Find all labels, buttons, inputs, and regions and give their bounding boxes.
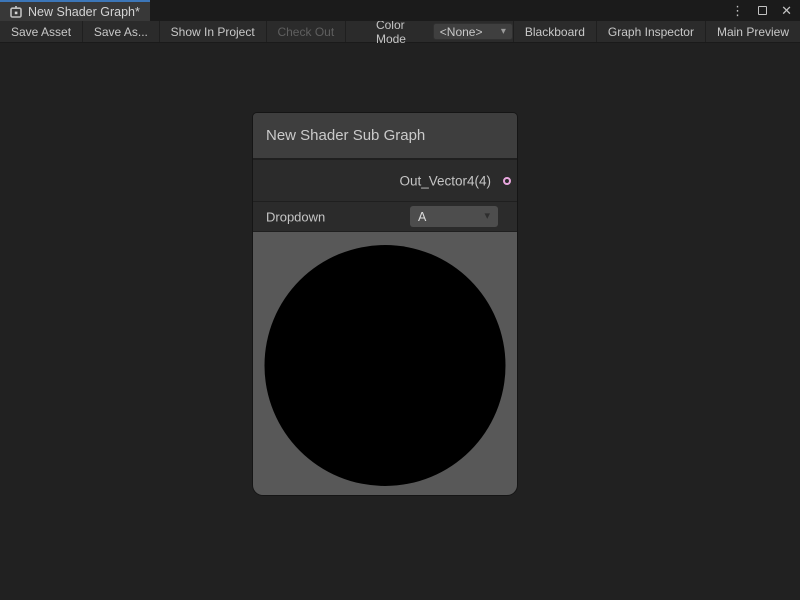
color-mode-label: Color Mode [346,21,433,42]
blackboard-toggle-button[interactable]: Blackboard [514,21,596,42]
sub-graph-output-node[interactable]: New Shader Sub Graph Out_Vector4(4) Drop… [253,113,517,495]
toolbar-right-group: Blackboard Graph Inspector Main Preview [513,21,800,42]
node-title-bar[interactable]: New Shader Sub Graph [253,113,517,160]
graph-inspector-toggle-button[interactable]: Graph Inspector [597,21,705,42]
save-as-button[interactable]: Save As... [83,21,159,42]
tab-new-shader-graph[interactable]: New Shader Graph* [0,0,150,21]
graph-canvas[interactable]: New Shader Sub Graph Out_Vector4(4) Drop… [0,44,800,600]
tab-title: New Shader Graph* [28,5,140,19]
tab-bar: New Shader Graph* ⋮ ✕ [0,0,800,21]
color-mode-dropdown[interactable]: <None> ▾ [433,23,513,40]
preview-sphere [265,245,506,486]
main-preview-toggle-button[interactable]: Main Preview [706,21,800,42]
show-in-project-button[interactable]: Show In Project [160,21,266,42]
node-dropdown-row: Dropdown A ▾ [253,201,517,231]
check-out-button[interactable]: Check Out [266,21,345,42]
chevron-down-icon: ▾ [501,27,506,37]
maximize-icon[interactable] [758,4,767,17]
dropdown-label: Dropdown [266,209,325,224]
save-asset-button[interactable]: Save Asset [0,21,82,42]
output-port-label: Out_Vector4(4) [399,173,491,188]
window-controls: ⋮ ✕ [731,0,792,21]
chevron-down-icon: ▾ [484,211,490,222]
kebab-menu-icon[interactable]: ⋮ [731,4,744,17]
shader-graph-toolbar: Save Asset Save As... Show In Project Ch… [0,21,800,43]
shader-graph-asset-icon [10,6,22,18]
node-preview-pane [253,231,517,495]
node-dropdown-value: A [418,210,484,224]
node-output-row: Out_Vector4(4) [253,160,517,201]
close-icon[interactable]: ✕ [781,4,792,17]
node-title: New Shader Sub Graph [266,127,425,144]
color-mode-value: <None> [440,25,501,39]
vector4-port-icon[interactable] [503,177,511,185]
node-dropdown-select[interactable]: A ▾ [410,206,498,227]
